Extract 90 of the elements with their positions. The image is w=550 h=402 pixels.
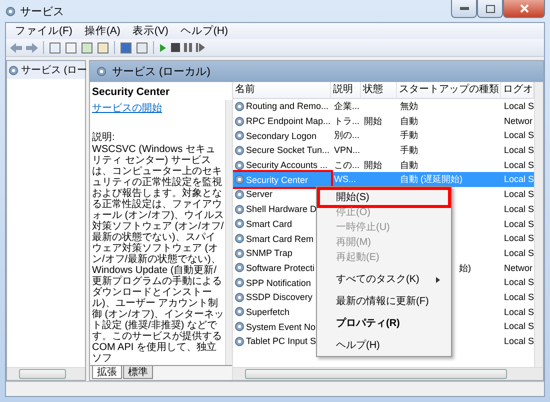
gear-icon: [234, 116, 245, 127]
menu-item[interactable]: 操作(A): [79, 24, 126, 38]
table-cell-text: 開始: [363, 158, 383, 172]
table-cell: Local S: [501, 172, 534, 188]
table-cell-text: Local S: [503, 188, 534, 202]
table-cell-text: 自動: [399, 158, 419, 172]
start-service-link[interactable]: サービスの開始: [92, 103, 162, 114]
tab[interactable]: 拡張: [92, 366, 122, 379]
service-name-cell[interactable]: Secure Socket Tun...: [233, 143, 331, 158]
table-cell-text: Local S: [503, 290, 534, 304]
table-cell: 自動 (遅延開始): [397, 172, 501, 188]
back-icon[interactable]: [10, 42, 22, 52]
gear-icon: [234, 306, 245, 318]
service-name-cell[interactable]: Routing and Remo...: [233, 99, 331, 114]
table-cell-text: 始): [458, 262, 472, 275]
service-name-cell[interactable]: RPC Endpoint Map...: [233, 114, 331, 128]
table-cell-text: Local S: [503, 246, 534, 260]
table-cell-text: Local S: [503, 218, 534, 230]
gear-icon: [234, 174, 245, 186]
service-name-cell[interactable]: Secondary Logon: [233, 128, 331, 144]
table-cell-text: 自動: [399, 114, 419, 128]
column-header[interactable]: 状態: [361, 82, 397, 99]
minimize-button[interactable]: [451, 0, 477, 18]
gear-icon: [234, 144, 245, 156]
service-name: Security Center: [92, 86, 171, 98]
gear-icon: [234, 262, 245, 274]
gear-icon: [234, 160, 245, 171]
table-cell-text: VPN...: [333, 144, 361, 158]
gear-icon: [234, 277, 245, 288]
gear-icon: [234, 188, 245, 200]
table-cell-text: 企業...: [333, 100, 361, 113]
menu-item[interactable]: ヘルプ(H): [175, 24, 233, 38]
column-header[interactable]: 名前: [233, 82, 331, 99]
table-cell-text: 無効: [399, 100, 419, 113]
table-cell-text: Local S: [503, 320, 534, 334]
table-cell-text: 開始: [363, 114, 383, 128]
menu-item[interactable]: 表示(V): [127, 24, 174, 38]
gear-icon: [234, 204, 245, 215]
table-cell-text: Local S: [503, 100, 534, 113]
play-icon[interactable]: [159, 42, 167, 52]
gear-icon: [234, 248, 245, 259]
restart-icon[interactable]: [196, 43, 205, 52]
table-cell-text: 手動: [399, 144, 419, 158]
window-title: サービス: [20, 4, 64, 18]
table-cell-text: Local S: [503, 158, 534, 172]
table-cell-text: Local S: [503, 202, 534, 216]
close-button[interactable]: [503, 0, 545, 18]
horizontal-scrollbar[interactable]: [233, 367, 543, 380]
table-cell-text: 手動: [399, 129, 419, 142]
table-cell-text: Local S: [503, 306, 534, 319]
description-text: WSCSVC (Windows セキュリティ センター) サービスは、コンピューター上のセキュリティの正常性設定を監視および報告します。対象となる正常性設定は、ファイアウォール (オン/オフ)、ウイルス対策ソフトウェア (オン/オフ/最新の状態でない)、スパイウェア対策ソフトウェア (オン/オフ/最新の状態でない)、Windows Update (自動更新/更新プログラムの手動によるダウンロードとインストール)、ユーザー アカウント制御 (オン/オフ)、インターネット設定 (推奨/非推奨) などです。このサービスが提供する COM API を使用して、独立ソフ: [92, 144, 225, 364]
gear-icon: [234, 218, 245, 230]
maximize-button[interactable]: [477, 0, 503, 18]
gear-icon: [234, 233, 245, 244]
close-icon: [520, 4, 528, 13]
table-cell-text: 別の...: [333, 129, 361, 142]
service-name-cell[interactable]: Security Accounts ...: [233, 158, 331, 172]
table-cell-text: Local S: [503, 335, 534, 348]
gear-icon: [234, 321, 245, 332]
forward-icon[interactable]: [26, 42, 38, 52]
gear-icon: [234, 292, 245, 303]
tab[interactable]: 標準: [123, 366, 153, 379]
description-label: 説明:: [92, 130, 116, 144]
gear-icon: [5, 6, 16, 16]
table-cell-text: この...: [333, 158, 361, 172]
pane-title: サービス (ローカル): [112, 65, 210, 79]
vertical-scrollbar[interactable]: [225, 100, 232, 365]
gear-icon: [234, 336, 245, 347]
column-header[interactable]: 説明: [331, 82, 361, 99]
gear-icon: [234, 100, 245, 112]
table-cell-text: Networ: [503, 114, 534, 128]
table-cell-text: Local S: [503, 129, 534, 142]
column-header[interactable]: スタートアップの種類: [397, 82, 501, 99]
maximize-icon: [486, 4, 494, 12]
horizontal-scrollbar[interactable]: [7, 367, 85, 380]
submenu-arrow-icon: [436, 276, 440, 282]
minimize-icon: [460, 7, 468, 10]
table-cell-text: Local S: [503, 276, 534, 290]
gear-icon: [8, 64, 19, 76]
gear-icon: [234, 130, 245, 142]
gear-icon: [96, 66, 107, 77]
table-cell-text: Local S: [503, 144, 534, 158]
tree-item[interactable]: サービス (ロー: [7, 61, 85, 79]
table-cell-text: Local S: [503, 232, 534, 246]
pause-icon[interactable]: [184, 43, 192, 52]
vertical-scrollbar[interactable]: [534, 82, 543, 367]
table-cell-text: Networ: [503, 262, 534, 275]
menu-item[interactable]: ファイル(F): [10, 24, 78, 38]
column-header[interactable]: ログオ: [501, 82, 534, 99]
table-cell-text: トラ...: [333, 114, 361, 128]
